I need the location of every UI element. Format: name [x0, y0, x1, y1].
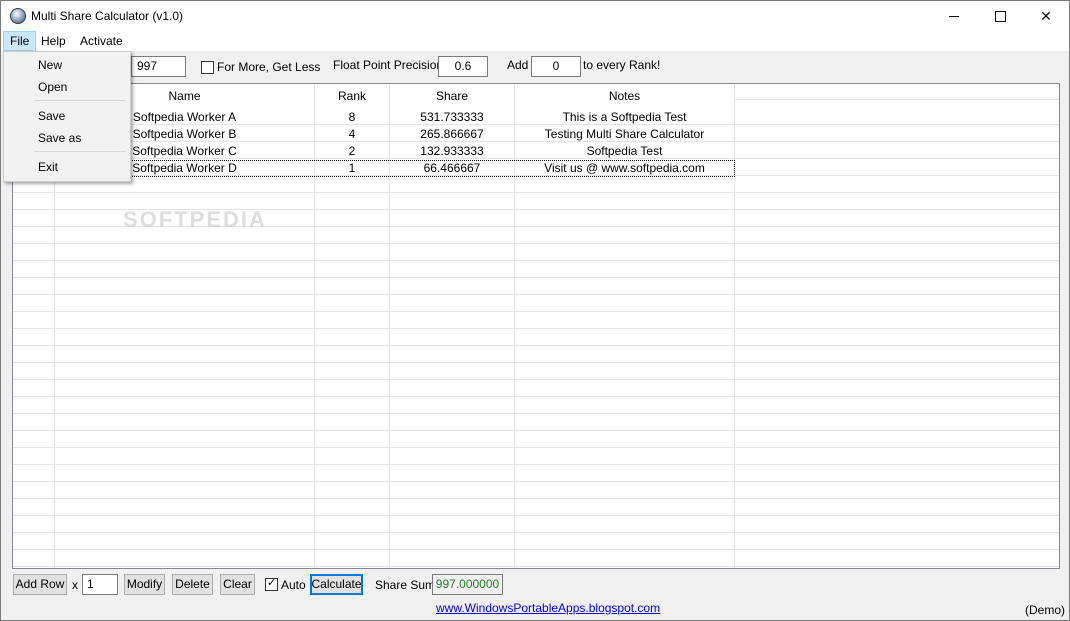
add-rank-field[interactable]: 0: [531, 56, 581, 77]
column-header-notes[interactable]: Notes: [515, 84, 735, 108]
delete-button[interactable]: Delete: [172, 574, 213, 595]
app-icon: [10, 8, 26, 24]
file-menu-dropdown: New Open Save Save as Exit: [3, 51, 131, 182]
cell-share[interactable]: 132.933333: [390, 143, 514, 160]
clear-button[interactable]: Clear: [220, 574, 255, 595]
shares-grid[interactable]: Name Rank Share Notes SOFTPEDIA Softpedi…: [12, 83, 1060, 569]
cell-notes[interactable]: This is a Softpedia Test: [515, 109, 734, 126]
table-row[interactable]: Softpedia Worker D 1 66.466667 Visit us …: [13, 160, 1059, 177]
modify-button[interactable]: Modify: [124, 574, 165, 595]
cell-rank[interactable]: 8: [315, 109, 389, 126]
softpedia-watermark: SOFTPEDIA: [123, 207, 267, 232]
for-more-label: For More, Get Less: [217, 60, 321, 74]
close-button[interactable]: ✕: [1023, 1, 1069, 31]
menu-item-save-as[interactable]: Save as: [38, 131, 81, 145]
close-icon: ✕: [1040, 7, 1052, 24]
toolbar: 997 For More, Get Less Float Point Preci…: [1, 51, 1069, 83]
table-row[interactable]: Softpedia Worker C 2 132.933333 Softpedi…: [13, 143, 1059, 160]
cell-share[interactable]: 531.733333: [390, 109, 514, 126]
precision-label: Float Point Precision:: [333, 58, 447, 72]
cell-notes[interactable]: Visit us @ www.softpedia.com: [515, 160, 734, 177]
calculate-button[interactable]: Calculate: [310, 574, 363, 595]
times-label: x: [72, 578, 78, 592]
precision-field[interactable]: 0.6: [438, 56, 488, 77]
cell-share[interactable]: 265.866667: [390, 126, 514, 143]
demo-label: (Demo): [1025, 603, 1066, 617]
column-header-share[interactable]: Share: [390, 84, 515, 108]
bottom-toolbar: Add Row x 1 Modify Delete Clear ✓ Auto C…: [1, 569, 1069, 620]
add-label: Add: [507, 58, 529, 72]
menu-item-exit[interactable]: Exit: [38, 160, 58, 174]
share-sum-label: Share Sum: [375, 578, 436, 592]
menu-separator: [34, 151, 126, 152]
table-row[interactable]: Softpedia Worker A 8 531.733333 This is …: [13, 109, 1059, 126]
window-title: Multi Share Calculator (v1.0): [31, 9, 184, 23]
share-sum-value: 997.000000: [432, 574, 503, 595]
menu-separator: [34, 100, 126, 101]
cell-share[interactable]: 66.466667: [390, 160, 514, 177]
menu-bar: File Help Activate: [1, 31, 1069, 51]
cell-notes[interactable]: Testing Multi Share Calculator: [515, 126, 734, 143]
menu-help[interactable]: Help: [35, 31, 72, 51]
row-count-field[interactable]: 1: [82, 574, 118, 595]
menu-item-new[interactable]: New: [38, 58, 62, 72]
website-link[interactable]: www.WindowsPortableApps.blogspot.com: [436, 601, 660, 615]
table-row[interactable]: Softpedia Worker B 4 265.866667 Testing …: [13, 126, 1059, 143]
minimize-button[interactable]: [931, 1, 977, 31]
auto-label: Auto: [281, 578, 306, 592]
column-header-rank[interactable]: Rank: [315, 84, 390, 108]
maximize-button[interactable]: [977, 1, 1023, 31]
cell-notes[interactable]: Softpedia Test: [515, 143, 734, 160]
every-rank-label: to every Rank!: [583, 58, 661, 72]
title-bar[interactable]: Multi Share Calculator (v1.0) ✕: [1, 1, 1069, 31]
for-more-checkbox[interactable]: [201, 61, 214, 74]
cell-rank[interactable]: 1: [315, 160, 389, 177]
app-window: Multi Share Calculator (v1.0) ✕ File Hel…: [0, 0, 1070, 621]
total-value-field[interactable]: 997: [131, 56, 186, 77]
cell-rank[interactable]: 4: [315, 126, 389, 143]
menu-file[interactable]: File: [3, 31, 37, 51]
auto-checkbox[interactable]: ✓: [265, 577, 278, 591]
menu-item-save[interactable]: Save: [38, 109, 65, 123]
checkmark-icon: ✓: [267, 577, 277, 589]
maximize-icon: [994, 10, 1006, 22]
minimize-icon: [949, 15, 959, 17]
menu-item-open[interactable]: Open: [38, 80, 67, 94]
cell-rank[interactable]: 2: [315, 143, 389, 160]
menu-activate[interactable]: Activate: [74, 31, 129, 51]
add-row-button[interactable]: Add Row: [13, 574, 67, 595]
